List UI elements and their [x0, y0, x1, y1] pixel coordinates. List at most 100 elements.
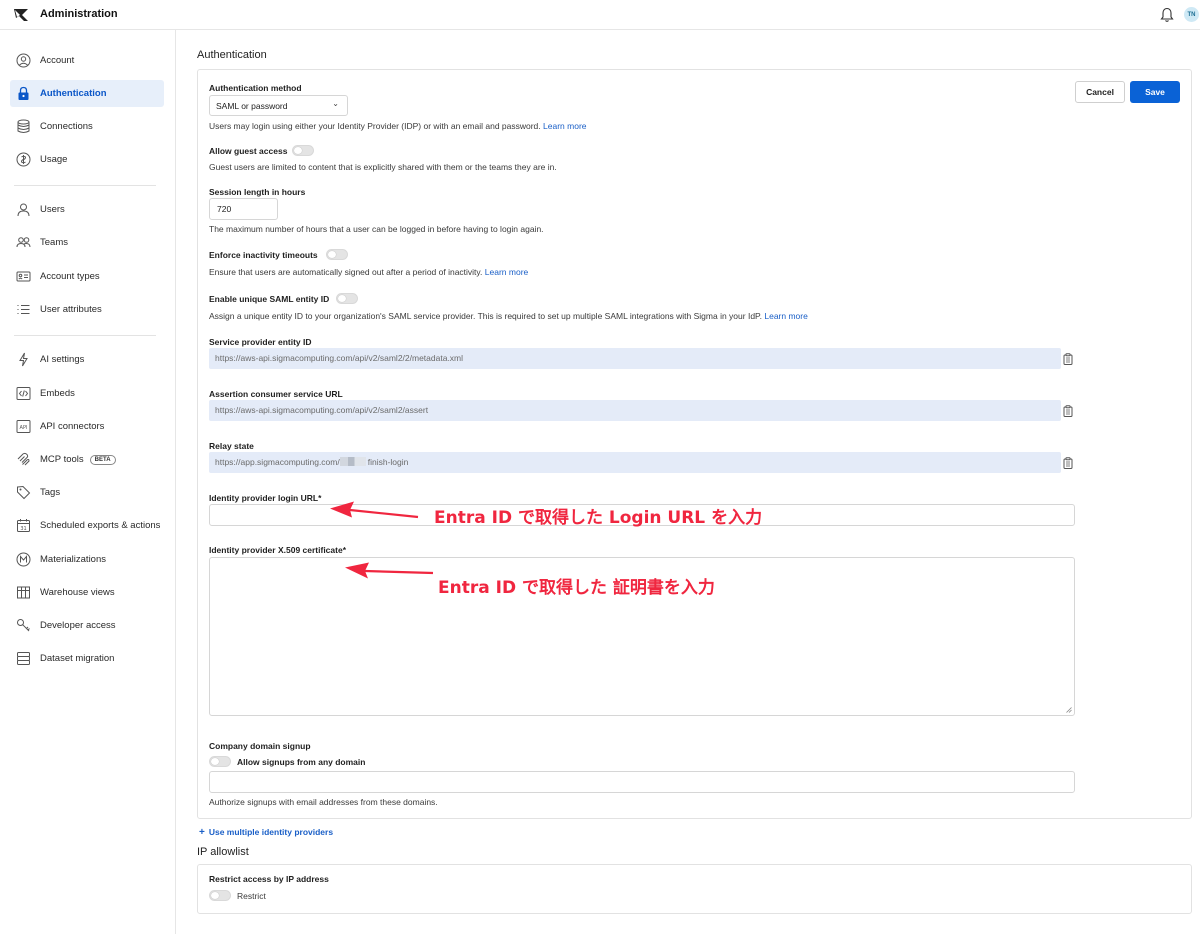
sidebar-item-label: Scheduled exports & actions	[40, 520, 161, 531]
relay-state-suffix: finish-login	[367, 457, 409, 467]
notification-bell-icon[interactable]	[1160, 7, 1174, 23]
stack-icon	[17, 652, 30, 665]
multiple-idp-link-label: Use multiple identity providers	[208, 827, 334, 837]
guest-access-label: Allow guest access	[209, 146, 288, 156]
copy-icon[interactable]	[1063, 457, 1073, 469]
sidebar-item-label: MCP tools BETA	[40, 454, 116, 465]
unique-saml-learn-more-link[interactable]: Learn more	[764, 311, 807, 321]
usage-icon	[16, 152, 31, 167]
annotation-login-url: Entra ID で取得した Login URL を入力	[434, 508, 763, 528]
auth-method-value: SAML or password	[216, 101, 288, 111]
sidebar-item-tags[interactable]: Tags	[10, 479, 164, 506]
avatar[interactable]: TN	[1184, 7, 1199, 22]
idp-certificate-label: Identity provider X.509 certificate*	[209, 545, 346, 555]
lock-icon	[18, 86, 29, 100]
sidebar-item-label: AI settings	[40, 354, 85, 365]
top-bar: Administration TN	[0, 0, 1200, 30]
app-title: Administration	[40, 8, 118, 20]
auth-method-help-text: Users may login using either your Identi…	[209, 121, 541, 131]
sidebar-item-label: User attributes	[40, 304, 102, 315]
sidebar-item-label: Embeds	[40, 388, 75, 399]
sidebar-item-authentication[interactable]: Authentication	[10, 80, 164, 107]
plus-icon: +	[199, 827, 205, 838]
session-length-label: Session length in hours	[209, 187, 306, 197]
domain-signup-toggle[interactable]	[209, 756, 231, 767]
sp-entity-field[interactable]: https://aws-api.sigmacomputing.com/api/v…	[209, 348, 1061, 369]
sidebar-item-account-types[interactable]: Account types	[10, 263, 164, 290]
sidebar-item-account[interactable]: Account	[10, 47, 164, 74]
mcp-icon	[17, 452, 30, 466]
beta-badge: BETA	[89, 455, 116, 465]
sidebar-item-users[interactable]: Users	[10, 196, 164, 223]
sidebar: Account Authentication Connections Usage…	[0, 30, 176, 934]
sidebar-item-label: Account types	[40, 271, 100, 282]
relay-state-field[interactable]: https://app.sigmacomputing.com/finish-lo…	[209, 452, 1061, 473]
table-icon	[17, 586, 30, 599]
auth-method-help: Users may login using either your Identi…	[209, 121, 587, 131]
code-icon	[16, 387, 31, 400]
inactivity-learn-more-link[interactable]: Learn more	[485, 267, 528, 277]
sidebar-item-teams[interactable]: Teams	[10, 229, 164, 256]
ip-allowlist-section-title: IP allowlist	[197, 846, 249, 858]
save-button[interactable]: Save	[1130, 81, 1180, 103]
sidebar-item-embeds[interactable]: Embeds	[10, 380, 164, 407]
sidebar-item-scheduled-exports[interactable]: 31 Scheduled exports & actions	[10, 512, 164, 539]
materialization-icon	[16, 552, 31, 567]
sidebar-item-label: Users	[40, 204, 65, 215]
unique-saml-toggle[interactable]	[336, 293, 358, 304]
sidebar-item-label: Materializations	[40, 554, 106, 565]
key-icon	[17, 619, 30, 632]
copy-icon[interactable]	[1063, 405, 1073, 417]
relay-state-prefix: https://app.sigmacomputing.com/	[215, 457, 340, 467]
list-icon	[17, 305, 30, 314]
ip-restrict-label: Restrict access by IP address	[209, 874, 329, 884]
sidebar-item-label: Developer access	[40, 620, 116, 631]
sidebar-item-warehouse-views[interactable]: Warehouse views	[10, 579, 164, 606]
sidebar-item-materializations[interactable]: Materializations	[10, 546, 164, 573]
multiple-idp-link[interactable]: + Use multiple identity providers	[199, 827, 333, 838]
domain-signup-help: Authorize signups with email addresses f…	[209, 797, 438, 807]
guest-access-help: Guest users are limited to content that …	[209, 162, 557, 172]
sigma-logo[interactable]	[13, 7, 29, 23]
cancel-button[interactable]: Cancel	[1075, 81, 1125, 103]
session-length-help: The maximum number of hours that a user …	[209, 224, 544, 234]
sidebar-item-developer-access[interactable]: Developer access	[10, 612, 164, 639]
sidebar-item-usage[interactable]: Usage	[10, 146, 164, 173]
acs-url-field[interactable]: https://aws-api.sigmacomputing.com/api/v…	[209, 400, 1061, 421]
sidebar-divider	[14, 335, 156, 336]
ip-restrict-toggle[interactable]	[209, 890, 231, 901]
auth-method-learn-more-link[interactable]: Learn more	[543, 121, 586, 131]
sidebar-item-label: Warehouse views	[40, 587, 115, 598]
domain-signup-toggle-label: Allow signups from any domain	[237, 757, 366, 767]
session-length-input[interactable]: 720	[209, 198, 278, 220]
sidebar-item-label: Authentication	[40, 88, 107, 99]
copy-icon[interactable]	[1063, 353, 1073, 365]
sidebar-item-api-connectors[interactable]: API API connectors	[10, 413, 164, 440]
resize-grip-icon[interactable]	[1066, 707, 1072, 713]
ip-restrict-toggle-label: Restrict	[237, 891, 266, 901]
sidebar-item-user-attributes[interactable]: User attributes	[10, 296, 164, 323]
lightning-icon	[19, 352, 28, 367]
annotation-arrow-icon	[330, 501, 419, 519]
guest-access-toggle[interactable]	[292, 145, 314, 156]
svg-text:31: 31	[20, 526, 26, 532]
annotation-arrow-icon	[345, 562, 434, 579]
auth-method-select[interactable]: SAML or password ⌄	[209, 95, 348, 116]
authentication-section-title: Authentication	[197, 49, 267, 61]
inactivity-toggle[interactable]	[326, 249, 348, 260]
chevron-down-icon: ⌄	[332, 99, 339, 108]
user-icon	[17, 203, 30, 217]
idp-login-url-label: Identity provider login URL*	[209, 493, 322, 503]
domain-signup-input[interactable]	[209, 771, 1075, 793]
inactivity-help-text: Ensure that users are automatically sign…	[209, 267, 483, 277]
tag-icon	[17, 485, 31, 500]
redacted-block	[339, 457, 366, 466]
sidebar-item-connections[interactable]: Connections	[10, 113, 164, 140]
sidebar-item-mcp-tools[interactable]: MCP tools BETA	[10, 446, 164, 473]
sidebar-divider	[14, 185, 156, 186]
sidebar-item-ai-settings[interactable]: AI settings	[10, 346, 164, 373]
sidebar-item-dataset-migration[interactable]: Dataset migration	[10, 645, 164, 672]
auth-method-label: Authentication method	[209, 83, 302, 93]
id-card-icon	[16, 271, 31, 282]
svg-text:API: API	[20, 425, 28, 431]
